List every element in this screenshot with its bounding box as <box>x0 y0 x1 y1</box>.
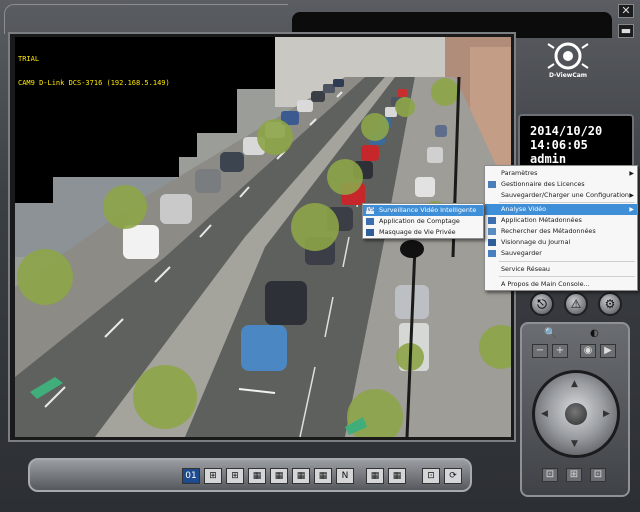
menu-item-log-viewer[interactable]: Visionnage du Journal <box>485 237 637 248</box>
menu-item-metadata-app[interactable]: Application Métadonnées <box>485 215 637 226</box>
camera-label-line2: CAM9 D-Link DCS-3716 (192.168.5.149) <box>18 79 170 87</box>
menu-item-label: Analyse Vidéo <box>501 205 547 213</box>
layout-n-button[interactable]: N <box>336 468 354 484</box>
layout-13-button[interactable]: ▦ <box>292 468 310 484</box>
alarm-button[interactable]: ⚠ <box>564 292 588 316</box>
logo-text: D-ViewCam <box>548 72 588 79</box>
submenu-arrow-icon: ▶ <box>629 170 634 177</box>
ptz-panel: 🔍 − + ◐ ◉ ▶ ▲ ▼ ◀ ▶ ⊡ ⊞ ⊡ <box>520 322 630 497</box>
submenu-item-ivs[interactable]: IVS Surveillance Vidéo Intelligente <box>363 205 483 216</box>
clock-panel: 2014/10/20 14:06:05 admin <box>518 114 634 172</box>
counting-icon <box>366 218 374 225</box>
log-icon <box>488 239 496 246</box>
preset-button-3[interactable]: ⊡ <box>590 468 606 482</box>
menu-item-label: A Propos de Main Console... <box>501 280 590 288</box>
layout-custom-1-button[interactable]: ▦ <box>366 468 384 484</box>
settings-button[interactable]: ⚙ <box>598 292 622 316</box>
arrow-down-icon: ▼ <box>571 439 578 449</box>
zoom-out-button[interactable]: − <box>532 344 548 358</box>
zoom-in-button[interactable]: + <box>552 344 568 358</box>
menu-item-label: Visionnage du Journal <box>501 238 571 246</box>
search-metadata-icon <box>488 228 496 235</box>
menu-item-label: Paramètres <box>501 169 538 177</box>
menu-item-network-service[interactable]: Service Réseau <box>485 264 637 275</box>
license-icon <box>488 181 496 188</box>
focus-icon: ◐ <box>590 328 599 339</box>
fullscreen-button[interactable]: ⊡ <box>422 468 440 484</box>
sequence-button[interactable]: ⟳ <box>444 468 462 484</box>
submenu-item-label: Surveillance Vidéo Intelligente <box>379 206 477 214</box>
privacy-icon <box>366 229 374 236</box>
dviewcam-logo: D-ViewCam <box>540 40 592 90</box>
frame-highlight <box>4 4 288 34</box>
layout-toolbar: 01 ⊞ ⊞ ▦ ▦ ▦ ▦ N ▦ ▦ ⊡ ⟳ <box>28 458 472 492</box>
submenu-arrow-icon: ▶ <box>629 192 634 199</box>
layout-9-button[interactable]: ▦ <box>248 468 266 484</box>
ivs-icon: IVS <box>366 207 375 214</box>
layout-custom-2-button[interactable]: ▦ <box>388 468 406 484</box>
menu-item-backup[interactable]: Sauvegarder <box>485 248 637 259</box>
layout-1-button[interactable]: 01 <box>182 468 200 484</box>
arrow-up-icon: ▲ <box>571 379 578 389</box>
layout-6-button[interactable]: ⊞ <box>226 468 244 484</box>
menu-item-label: Gestionnaire des Licences <box>501 180 585 188</box>
camera-logo-icon <box>547 42 589 70</box>
arrow-right-icon: ▶ <box>603 409 610 419</box>
main-context-menu: Paramètres ▶ Gestionnaire des Licences S… <box>484 165 638 291</box>
preset-button-2[interactable]: ⊞ <box>566 468 582 482</box>
focus-near-button[interactable]: ◉ <box>580 344 596 358</box>
save-icon <box>488 250 496 257</box>
submenu-item-label: Application de Comptage <box>379 217 460 225</box>
ptz-center-button[interactable] <box>565 403 587 425</box>
menu-separator <box>499 276 635 277</box>
layout-16-button[interactable]: ▦ <box>314 468 332 484</box>
menu-item-label: Sauvegarder <box>501 249 542 257</box>
video-analysis-submenu: IVS Surveillance Vidéo Intelligente Appl… <box>362 203 484 239</box>
user-text: admin <box>530 152 567 166</box>
menu-separator <box>499 202 635 203</box>
time-text: 14:06:05 <box>530 138 588 152</box>
menu-item-about[interactable]: A Propos de Main Console... <box>485 279 637 290</box>
layout-10-button[interactable]: ▦ <box>270 468 288 484</box>
collapse-button[interactable]: ▬ <box>618 24 634 38</box>
menu-item-search-metadata[interactable]: Rechercher des Métadonnées <box>485 226 637 237</box>
menu-item-label: Sauvegarder/Charger une Configuration <box>501 191 629 199</box>
submenu-item-label: Masquage de Vie Privée <box>379 228 456 236</box>
menu-item-video-analysis[interactable]: Analyse Vidéo ▶ <box>485 204 637 215</box>
submenu-arrow-icon: ▶ <box>629 206 634 213</box>
menu-item-license-manager[interactable]: Gestionnaire des Licences <box>485 179 637 190</box>
date-text: 2014/10/20 <box>530 124 603 138</box>
menu-separator <box>499 261 635 262</box>
privacy-mask <box>15 133 197 157</box>
close-button[interactable]: ✕ <box>618 4 634 18</box>
menu-item-label: Application Métadonnées <box>501 216 582 224</box>
zoom-icon: 🔍 <box>544 328 557 339</box>
privacy-mask <box>15 157 179 177</box>
privacy-mask <box>15 177 53 203</box>
app-window: ✕ ▬ TRIAL CAM9 D-Link DCS-3716 (192.168.… <box>0 0 640 512</box>
menu-item-label: Rechercher des Métadonnées <box>501 227 596 235</box>
submenu-item-privacy-mask[interactable]: Masquage de Vie Privée <box>363 227 483 238</box>
exit-button[interactable]: ⎋ <box>530 292 554 316</box>
layout-4-button[interactable]: ⊞ <box>204 468 222 484</box>
submenu-item-counting[interactable]: Application de Comptage <box>363 216 483 227</box>
preset-button-1[interactable]: ⊡ <box>542 468 558 482</box>
camera-label-line1: TRIAL <box>18 55 40 63</box>
camera-label: TRIAL CAM9 D-Link DCS-3716 (192.168.5.14… <box>18 39 170 103</box>
menu-item-parametres[interactable]: Paramètres ▶ <box>485 168 637 179</box>
metadata-icon <box>488 217 496 224</box>
menu-item-save-load-config[interactable]: Sauvegarder/Charger une Configuration ▶ <box>485 190 637 201</box>
arrow-left-icon: ◀ <box>541 409 548 419</box>
focus-far-button[interactable]: ▶ <box>600 344 616 358</box>
menu-item-label: Service Réseau <box>501 265 550 273</box>
ptz-direction-pad[interactable]: ▲ ▼ ◀ ▶ <box>532 370 620 458</box>
